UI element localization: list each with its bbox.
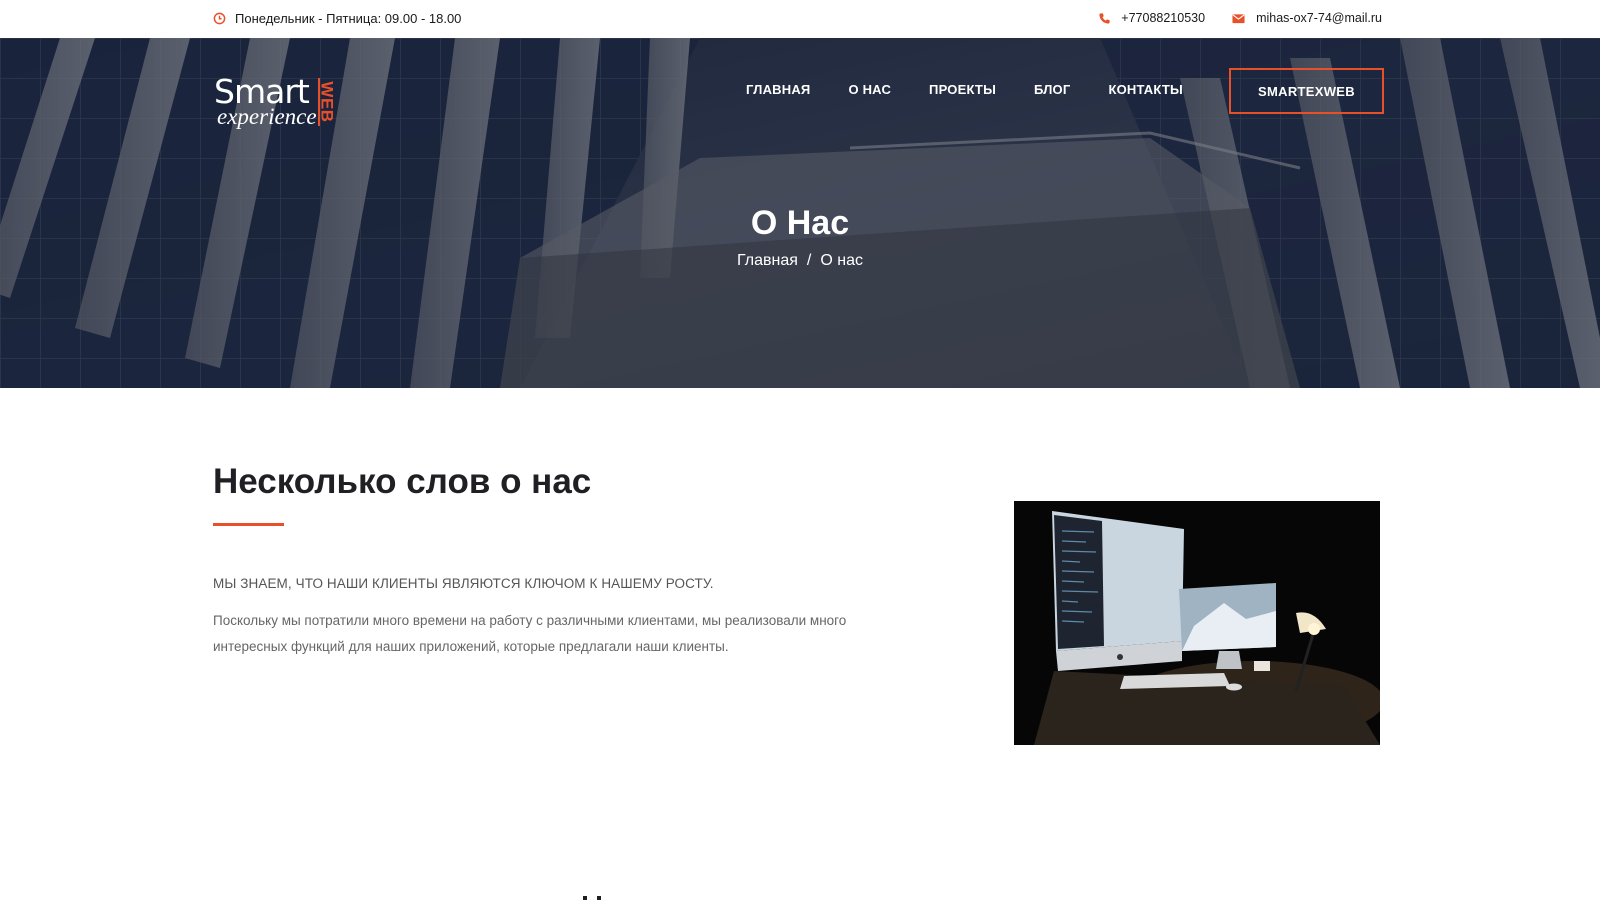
next-section-heading-peek <box>583 896 601 900</box>
top-info-bar: Понедельник - Пятница: 09.00 - 18.00 +77… <box>0 0 1600 38</box>
email-address: mihas-ox7-74@mail.ru <box>1256 11 1382 25</box>
site-logo[interactable]: Smart experience WEB <box>214 72 344 134</box>
contact-info: +77088210530 mihas-ox7-74@mail.ru <box>1098 11 1382 25</box>
main-navigation: ГЛАВНАЯ О НАС ПРОЕКТЫ БЛОГ КОНТАКТЫ <box>746 82 1183 97</box>
phone-icon <box>1099 12 1110 24</box>
phone-contact[interactable]: +77088210530 <box>1098 11 1205 25</box>
about-body-text: Поскольку мы потратили много времени на … <box>213 613 847 654</box>
logo-web-mark: WEB <box>318 78 338 126</box>
about-heading: Несколько слов о нас <box>213 462 592 501</box>
working-hours-text: Понедельник - Пятница: 09.00 - 18.00 <box>235 11 462 26</box>
envelope-icon <box>1232 13 1245 23</box>
nav-item-home[interactable]: ГЛАВНАЯ <box>746 82 810 97</box>
nav-item-projects[interactable]: ПРОЕКТЫ <box>929 82 996 97</box>
about-lead-text: МЫ ЗНАЕМ, ЧТО НАШИ КЛИЕНТЫ ЯВЛЯЮТСЯ КЛЮЧ… <box>213 576 714 591</box>
smartexweb-button[interactable]: SMARTEXWEB <box>1229 68 1384 114</box>
nav-item-about[interactable]: О НАС <box>848 82 891 97</box>
phone-number: +77088210530 <box>1121 11 1206 25</box>
nav-item-contacts[interactable]: КОНТАКТЫ <box>1108 82 1182 97</box>
breadcrumb: Главная / О нас <box>0 252 1600 270</box>
working-hours: Понедельник - Пятница: 09.00 - 18.00 <box>213 11 461 26</box>
nav-item-blog[interactable]: БЛОГ <box>1034 82 1070 97</box>
breadcrumb-separator: / <box>806 252 812 269</box>
breadcrumb-current: О нас <box>820 252 863 269</box>
logo-word-web: WEB <box>317 81 337 123</box>
heading-underline <box>213 523 284 526</box>
workspace-photo <box>1014 501 1380 745</box>
clock-icon <box>213 12 226 25</box>
logo-word-experience: experience <box>217 104 317 129</box>
breadcrumb-home-link[interactable]: Главная <box>737 252 798 269</box>
page-title: О Нас <box>750 204 850 242</box>
email-contact[interactable]: mihas-ox7-74@mail.ru <box>1231 11 1382 25</box>
